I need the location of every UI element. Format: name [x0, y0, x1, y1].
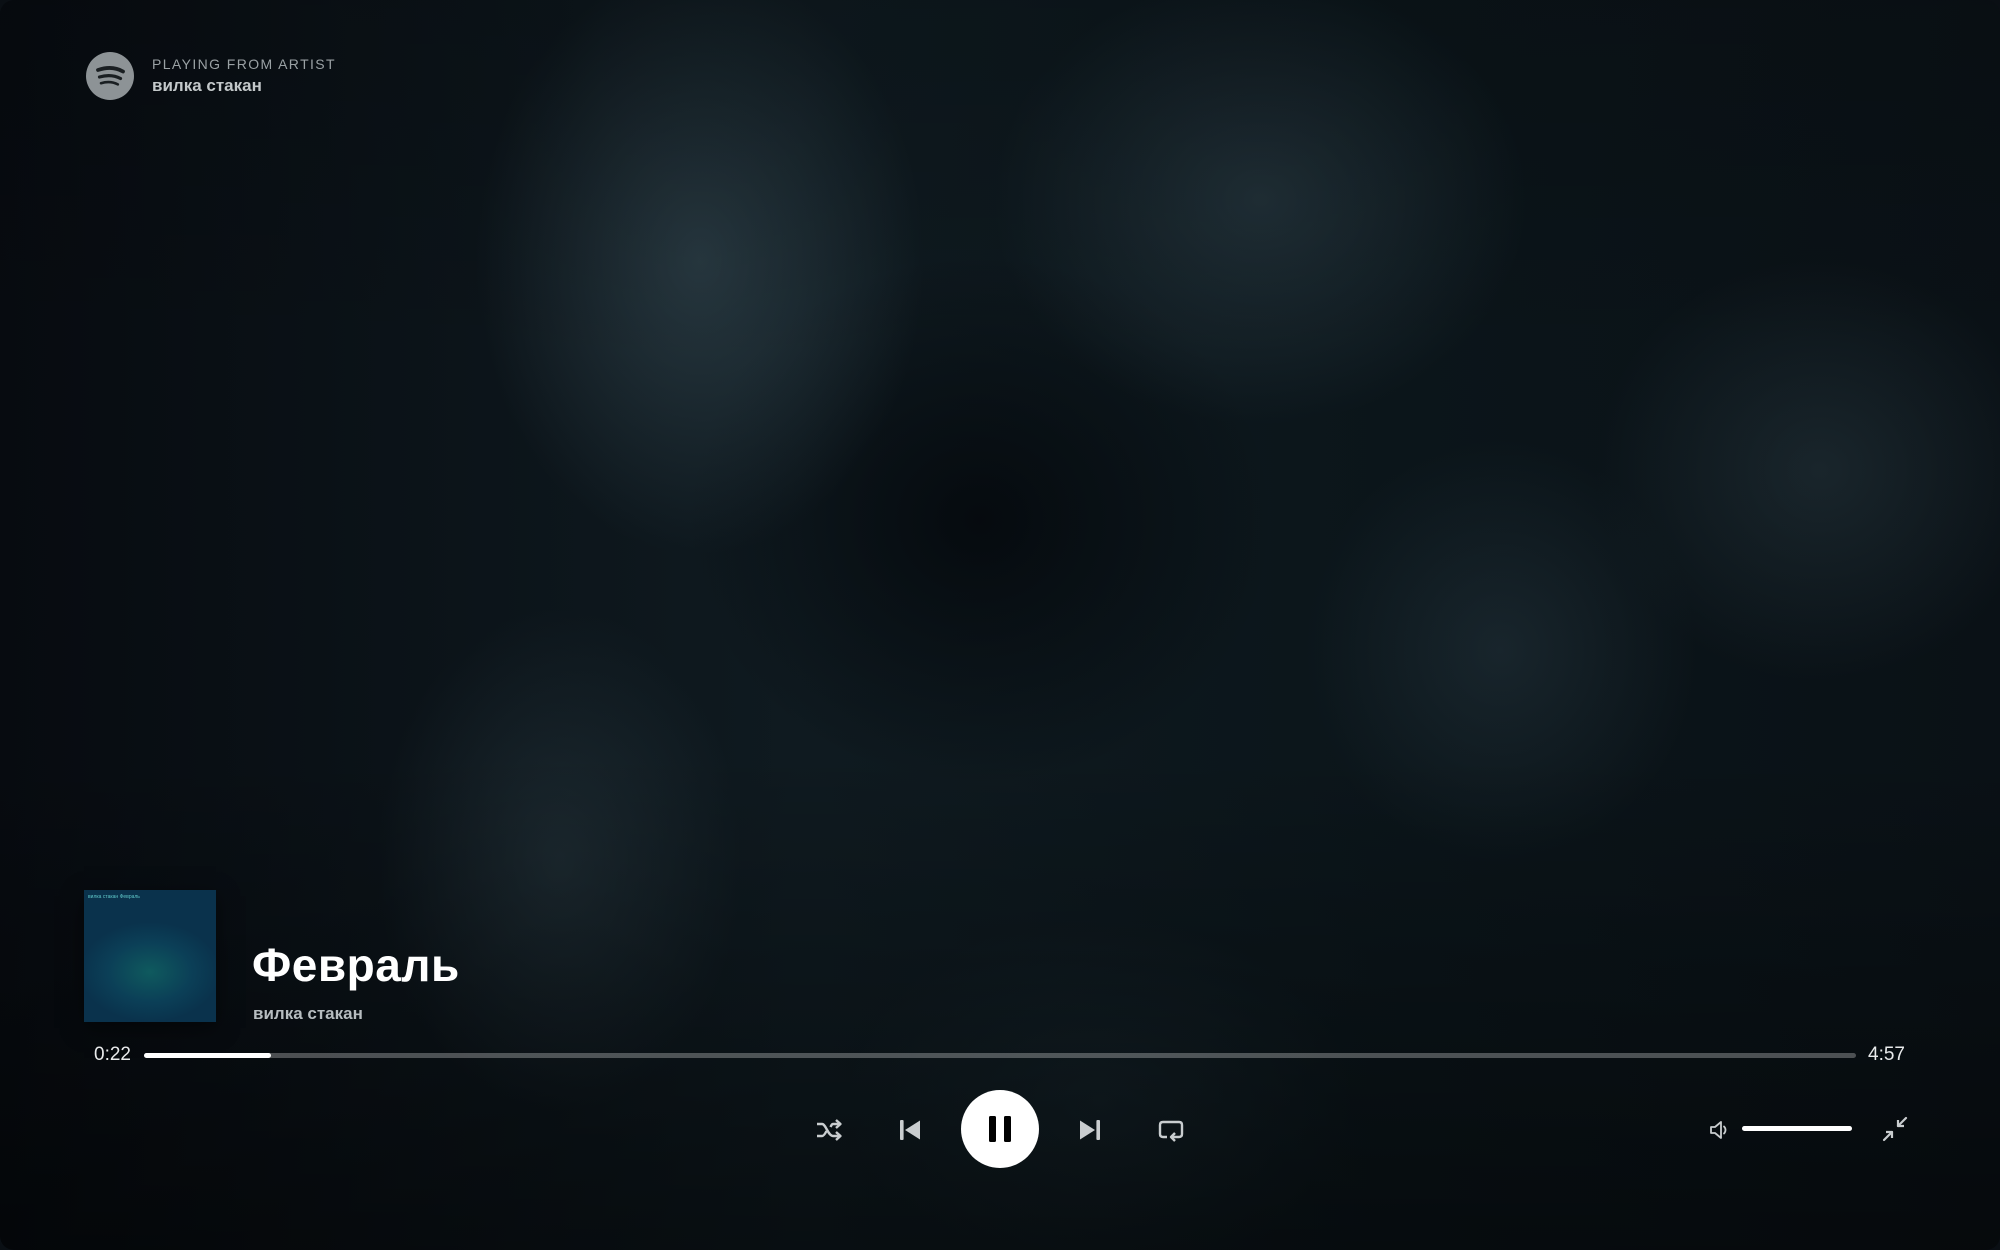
previous-button[interactable]	[892, 1112, 928, 1148]
context-text: PLAYING FROM ARTIST вилка стакан	[152, 56, 336, 96]
progress-bar[interactable]	[144, 1053, 1856, 1058]
playback-controls	[0, 1090, 2000, 1168]
next-button[interactable]	[1072, 1112, 1108, 1148]
spotify-logo-icon	[86, 52, 134, 100]
shuffle-icon	[817, 1119, 842, 1141]
album-cover: вилка стакан Февраль	[84, 890, 216, 1022]
volume-slider[interactable]	[1742, 1126, 1852, 1131]
volume-icon	[1710, 1121, 1727, 1139]
repeat-icon	[1158, 1120, 1184, 1142]
track-title: Февраль	[252, 939, 460, 991]
repeat-button[interactable]	[1153, 1112, 1189, 1148]
volume-button[interactable]	[1706, 1116, 1734, 1144]
track-artist[interactable]: вилка стакан	[253, 1004, 363, 1024]
elapsed-time: 0:22	[94, 1044, 131, 1065]
context-label: PLAYING FROM ARTIST	[152, 56, 336, 72]
pause-icon	[989, 1116, 1011, 1142]
fullscreen-player: PLAYING FROM ARTIST вилка стакан вилка с…	[0, 0, 2000, 1250]
exit-fullscreen-button[interactable]	[1878, 1112, 1912, 1146]
volume-fill	[1742, 1126, 1852, 1131]
context-artist-name[interactable]: вилка стакан	[152, 76, 336, 96]
next-icon	[1080, 1120, 1100, 1140]
minimize-icon	[1882, 1116, 1908, 1142]
background-overlay	[0, 0, 2000, 1250]
previous-icon	[900, 1120, 920, 1140]
total-time: 4:57	[1868, 1044, 1905, 1065]
pause-button[interactable]	[961, 1090, 1039, 1168]
playing-context[interactable]: PLAYING FROM ARTIST вилка стакан	[86, 52, 336, 100]
shuffle-button[interactable]	[811, 1112, 847, 1148]
cover-text: вилка стакан Февраль	[88, 894, 140, 900]
progress-fill	[144, 1053, 271, 1058]
